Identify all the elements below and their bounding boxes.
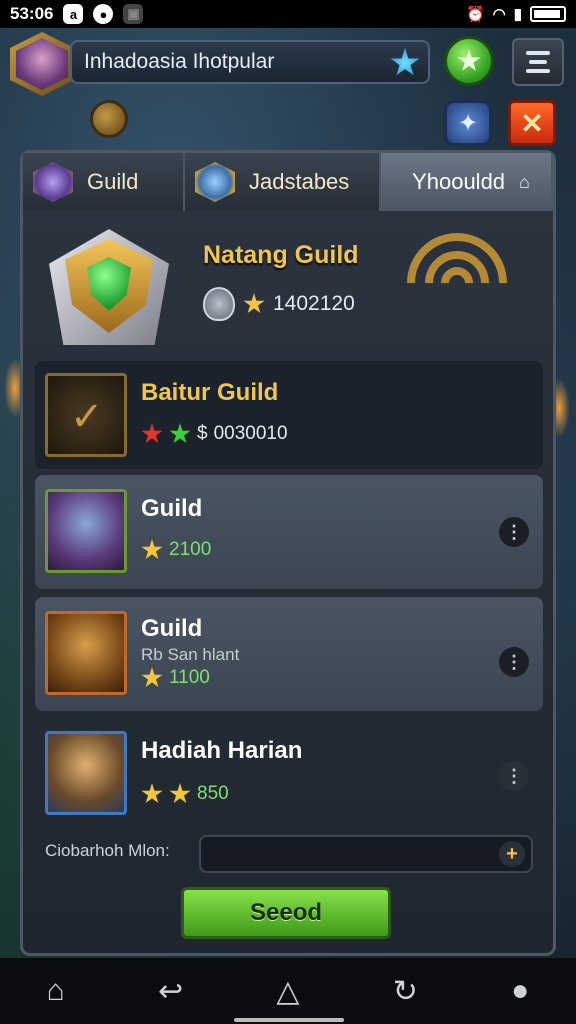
close-button[interactable]: ✕: [508, 100, 556, 146]
list-item[interactable]: Guild Rb San hlant 1100 ⋮: [35, 597, 543, 711]
guild-panel: Guild Jadstabes Yhoouldd ⌂ Natang Guild …: [20, 150, 556, 956]
sword-shield-icon: ✓: [45, 373, 127, 457]
player-name: Inhadoasia Ihotpular: [84, 50, 275, 73]
profile-icon[interactable]: ●: [511, 974, 529, 1008]
star-icon: [457, 49, 481, 71]
guild-score: 1402120: [273, 292, 355, 315]
row-title: Baitur Guild: [141, 379, 279, 406]
row-title: Guild: [141, 495, 203, 522]
guild-name: Natang Guild: [203, 241, 359, 269]
home-icon: ⌂: [519, 171, 530, 192]
image-icon: ▣: [123, 4, 144, 24]
tab-guild[interactable]: Guild: [23, 153, 185, 211]
row-stats: 1100: [141, 667, 210, 689]
gem-badge-icon: [195, 162, 235, 202]
more-options-button[interactable]: ⋮: [499, 517, 529, 547]
row-value: 1100: [169, 667, 210, 688]
battery-icon: [530, 6, 566, 22]
hero-portrait: [45, 731, 127, 815]
alarm-icon: ⏰: [465, 6, 485, 23]
status-bar: 53:06 a ● ▣ ⏰ ◠ ▮: [0, 0, 576, 28]
notification-icon: a: [63, 4, 84, 24]
circle-icon: ●: [93, 4, 114, 24]
nav-indicator: [234, 1018, 344, 1022]
home-icon[interactable]: ⌂: [47, 974, 65, 1008]
message-input[interactable]: +: [199, 835, 533, 873]
guild-crystal-icon: [33, 162, 73, 202]
system-nav-bar: ⌂ ↩ △ ↻ ●: [0, 958, 576, 1024]
row-note: Rb San hlant: [141, 645, 240, 664]
plus-icon[interactable]: +: [499, 841, 525, 867]
list-item[interactable]: ✓ Baitur Guild $ 0030010: [35, 361, 543, 469]
star-icon: [141, 667, 163, 688]
tab-bar: Guild Jadstabes Yhoouldd ⌂: [23, 153, 553, 211]
star-icon: [169, 783, 191, 804]
red-star-icon: [141, 423, 163, 444]
star-icon: [141, 783, 163, 804]
row-value: 0030010: [213, 423, 288, 444]
hero-portrait: [45, 611, 127, 695]
row-title: Hadiah Harian: [141, 737, 303, 764]
signal-emblem-icon: [386, 212, 528, 354]
tab-jadstabes[interactable]: Jadstabes: [185, 153, 381, 211]
row-stats: $ 0030010: [141, 423, 288, 445]
compass-button[interactable]: ✦: [444, 100, 492, 146]
back-icon[interactable]: ↩: [158, 974, 183, 1009]
guild-stats: 1402120: [203, 287, 355, 321]
row-stats: 2100: [141, 539, 211, 561]
refresh-icon[interactable]: ↻: [393, 974, 418, 1009]
row-prefix: $: [197, 423, 208, 444]
guild-crest-icon: [49, 229, 169, 345]
status-time: 53:06: [10, 4, 54, 23]
player-name-bar[interactable]: Inhadoasia Ihotpular: [70, 40, 430, 84]
tab-label: Jadstabes: [249, 169, 350, 194]
row-stats: 850: [141, 783, 229, 805]
more-options-button[interactable]: ⋮: [499, 647, 529, 677]
message-label: Ciobarhoh Mlon:: [45, 841, 170, 860]
row-value: 2100: [169, 539, 212, 560]
coin-icon[interactable]: [90, 100, 128, 138]
send-button[interactable]: Seeod: [181, 887, 391, 939]
favorite-button[interactable]: [444, 36, 494, 86]
row-value: 850: [197, 783, 229, 804]
gem-icon: [390, 48, 420, 76]
green-star-icon: [169, 423, 191, 444]
guild-summary: Natang Guild 1402120: [23, 212, 553, 357]
close-icon: ✕: [520, 107, 544, 139]
more-options-button[interactable]: ⋮: [499, 761, 529, 791]
tab-label: Yhoouldd: [412, 169, 506, 194]
top-header: Inhadoasia Ihotpular: [0, 28, 576, 98]
menu-button[interactable]: [512, 38, 564, 86]
player-avatar[interactable]: [10, 32, 74, 96]
wifi-icon: ◠: [492, 6, 506, 23]
hero-portrait: [45, 489, 127, 573]
tab-label: Guild: [87, 169, 139, 194]
compass-icon: ✦: [457, 109, 479, 137]
list-item[interactable]: Hadiah Harian 850 ⋮: [35, 719, 543, 827]
message-row: Ciobarhoh Mlon: +: [23, 829, 553, 877]
home-button-icon[interactable]: △: [276, 974, 299, 1009]
list-item[interactable]: Guild 2100 ⋮: [35, 475, 543, 589]
row-title: Guild: [141, 615, 203, 642]
star-icon: [141, 539, 163, 560]
star-icon: [243, 293, 265, 314]
shield-heart-icon: [203, 287, 235, 321]
tab-yhoouldd[interactable]: Yhoouldd ⌂: [381, 153, 553, 211]
signal-icon: ▮: [513, 6, 522, 23]
